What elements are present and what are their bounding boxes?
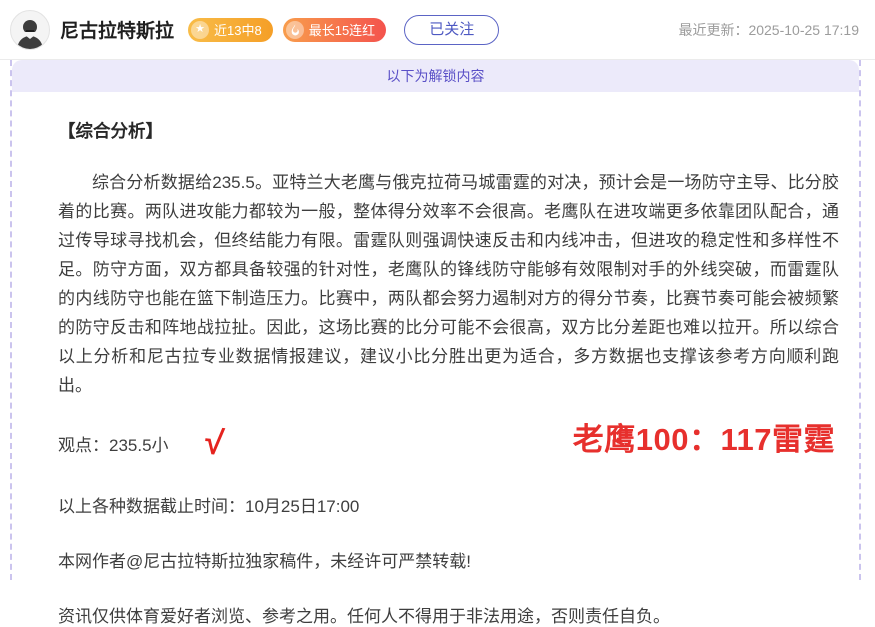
disclaimer-line: 资讯仅供体育爱好者浏览、参考之用。任何人不得用于非法用途，否则责任自负。 — [58, 602, 839, 627]
viewpoint-row: 观点： 235.5小 √ 老鹰100：117雷霆 — [58, 420, 839, 466]
author-avatar[interactable] — [10, 10, 50, 50]
flame-icon — [286, 21, 304, 39]
record-badge: ★ 近13中8 — [188, 18, 273, 42]
streak-badge: 最长15连红 — [283, 18, 386, 42]
followed-button[interactable]: 已关注 — [404, 15, 499, 45]
data-deadline-line: 以上各种数据截止时间：10月25日17:00 — [58, 492, 839, 517]
viewpoint-value: 235.5小 — [109, 431, 169, 456]
viewpoint-label: 观点： — [58, 431, 109, 456]
final-score-result: 老鹰100：117雷霆 — [573, 414, 835, 459]
last-updated-time: 2025-10-25 17:19 — [748, 22, 859, 38]
last-updated: 最近更新：2025-10-25 17:19 — [678, 20, 859, 40]
analysis-paragraph: 综合分析数据给235.5。亚特兰大老鹰与俄克拉荷马城雷霆的对决，预计会是一场防守… — [58, 168, 839, 400]
author-header: 尼古拉特斯拉 ★ 近13中8 最长15连红 已关注 最近更新：2025-10-2… — [0, 0, 875, 60]
star-icon: ★ — [191, 21, 209, 39]
section-title: 【综合分析】 — [58, 118, 839, 143]
unlock-banner: 以下为解锁内容 — [12, 60, 859, 92]
portrait-icon — [13, 15, 47, 49]
streak-badge-label: 最长15连红 — [309, 20, 375, 39]
last-updated-label: 最近更新： — [678, 22, 748, 38]
copyright-line: 本网作者@尼古拉特斯拉独家稿件，未经许可严禁转载! — [58, 547, 839, 572]
red-checkmark-icon: √ — [203, 425, 225, 461]
record-badge-label: 近13中8 — [214, 20, 262, 39]
analysis-article: 【综合分析】 综合分析数据给235.5。亚特兰大老鹰与俄克拉荷马城雷霆的对决，预… — [12, 118, 859, 627]
author-name: 尼古拉特斯拉 — [60, 16, 174, 43]
unlocked-content-box: 以下为解锁内容 【综合分析】 综合分析数据给235.5。亚特兰大老鹰与俄克拉荷马… — [10, 60, 861, 580]
